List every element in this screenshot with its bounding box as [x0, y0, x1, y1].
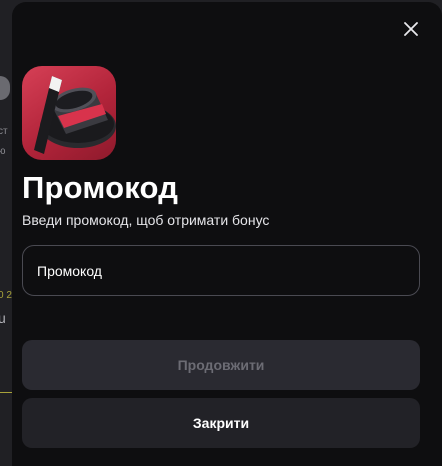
- background-cloud-icon: [0, 76, 10, 100]
- page-title: Промокод: [22, 170, 179, 205]
- background-text-fragment: u: [0, 310, 6, 326]
- close-button[interactable]: Закрити: [22, 398, 420, 448]
- background-text-fragment: ю: [0, 146, 6, 157]
- close-icon: [404, 22, 418, 36]
- background-text-fragment: 0 2: [0, 290, 12, 301]
- promo-code-modal: Промокод Введи промокод, щоб отримати бо…: [12, 2, 442, 466]
- background-divider: [0, 392, 12, 393]
- magic-hat-icon: [22, 66, 116, 160]
- promo-code-input[interactable]: [22, 245, 420, 296]
- background-text-fragment: ст: [0, 126, 8, 137]
- modal-subtitle: Введи промокод, щоб отримати бонус: [22, 212, 270, 228]
- continue-button[interactable]: Продовжити: [22, 340, 420, 390]
- close-icon-button[interactable]: [398, 16, 424, 42]
